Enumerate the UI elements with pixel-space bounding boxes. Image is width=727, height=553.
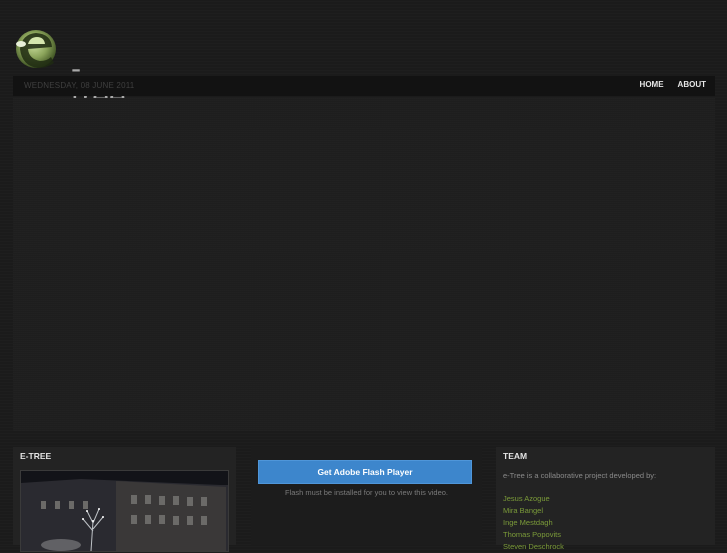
nav-about-link[interactable]: ABOUT [678,80,706,89]
team-member-link[interactable]: Mira Bangel [503,505,564,517]
etree-photo [20,470,229,552]
team-panel-title: TEAM [503,451,528,461]
etree-panel: E-TREE [13,447,236,552]
current-date: WEDNESDAY, 08 JUNE 2011 [24,81,135,90]
flash-panel: Get Adobe Flash Player Flash must be ins… [251,447,482,545]
video-player-area[interactable] [13,98,715,431]
etree-panel-title: E-TREE [20,451,52,461]
team-member-link[interactable]: Inge Mestdagh [503,517,564,529]
get-flash-player-button[interactable]: Get Adobe Flash Player [258,460,472,484]
main-nav: HOME ABOUT [640,80,706,89]
site-logo[interactable]: -tree [14,22,126,111]
top-navbar: WEDNESDAY, 08 JUNE 2011 HOME ABOUT [13,76,715,96]
team-member-link[interactable]: Jesus Azogue [503,493,564,505]
nav-home-link[interactable]: HOME [640,80,664,89]
team-member-list: Jesus Azogue Mira Bangel Inge Mestdagh T… [503,493,564,553]
flash-install-note: Flash must be installed for you to view … [285,488,448,497]
team-panel: TEAM e-Tree is a collaborative project d… [496,447,715,551]
e-leaf-logo-icon [16,30,56,68]
team-description: e-Tree is a collaborative project develo… [503,471,657,480]
team-member-link[interactable]: Steven Deschrock [503,541,564,553]
team-member-link[interactable]: Thomas Popovits [503,529,564,541]
